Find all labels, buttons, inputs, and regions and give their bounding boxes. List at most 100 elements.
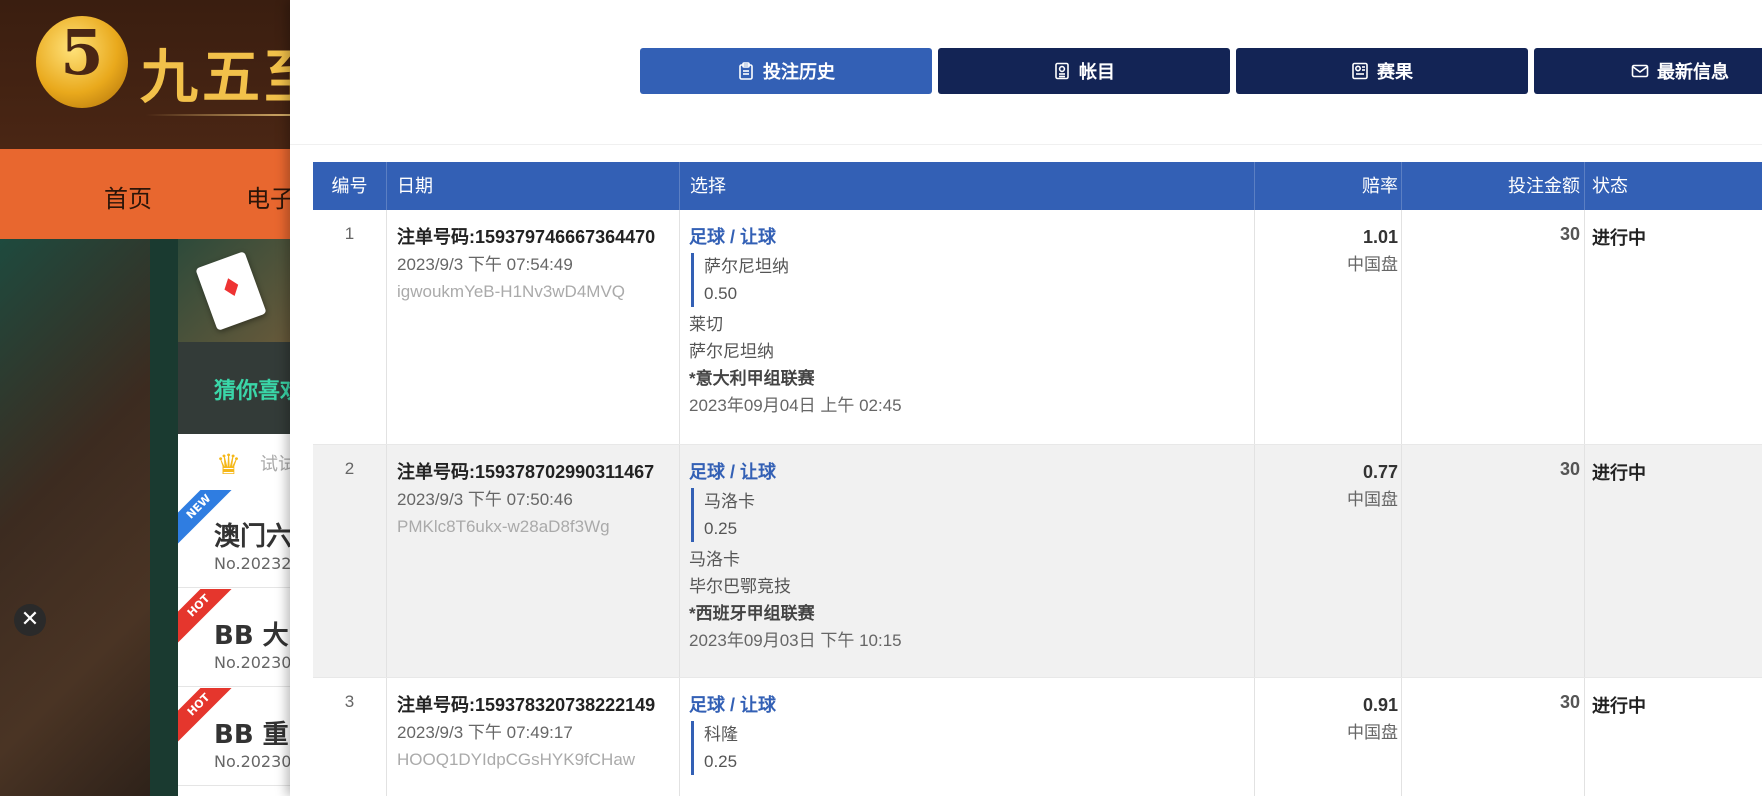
game-number: No.20230 <box>214 752 292 771</box>
table-row: 1 注单号码:159379746667364470 2023/9/3 下午 07… <box>313 210 1762 445</box>
odds-value: 1.01 <box>1362 227 1398 247</box>
logo-ornament <box>146 114 296 116</box>
tab-label: 帐目 <box>1079 62 1115 82</box>
league-name: *意大利甲组联赛 <box>689 369 815 388</box>
header-separator <box>1584 162 1585 210</box>
column-separator <box>386 445 387 677</box>
pick-line: 0.25 <box>704 752 738 771</box>
header-date: 日期 <box>397 176 433 196</box>
odds-type: 中国盘 <box>1347 255 1398 274</box>
away-team: 毕尔巴鄂竞技 <box>689 577 791 596</box>
game-title: 澳门六 <box>214 522 293 552</box>
column-separator <box>679 678 680 796</box>
home-team: 马洛卡 <box>689 550 740 569</box>
status-badge: 进行中 <box>1592 463 1646 483</box>
match-date: 2023年09月03日 下午 10:15 <box>689 631 902 650</box>
game-number: No.20232 <box>214 554 292 573</box>
nav-item-home[interactable]: 首页 <box>104 179 152 214</box>
tab-account[interactable]: 帐目 <box>938 48 1230 94</box>
game-list-item[interactable]: NEW 澳门六 No.20232 <box>178 490 300 588</box>
pick-block: 马洛卡 0.25 <box>691 488 902 542</box>
bet-datetime: 2023/9/3 下午 07:49:17 <box>397 723 573 742</box>
odds-cell: 0.77 中国盘 <box>1266 459 1398 513</box>
column-separator <box>1254 210 1255 444</box>
bet-hash: PMKlc8T6ukx-w28aD8f3Wg <box>397 517 610 536</box>
row-number: 1 <box>344 224 355 243</box>
pick-line: 0.50 <box>704 284 738 303</box>
bet-amount: 30 <box>1559 692 1580 712</box>
league-name: *西班牙甲组联赛 <box>689 604 815 623</box>
game-list-item[interactable]: HOT BB 重 No.20230 <box>178 688 300 786</box>
header-separator <box>679 162 680 210</box>
tab-label: 赛果 <box>1377 62 1413 82</box>
pick-team: 科隆 <box>704 725 738 744</box>
bet-hash: igwoukmYeB-H1Nv3wD4MVQ <box>397 282 626 301</box>
row-number: 3 <box>344 692 355 711</box>
pick-block: 萨尔尼坦纳 0.50 <box>691 253 902 307</box>
pick-team: 萨尔尼坦纳 <box>704 257 789 276</box>
odds-cell: 0.91 中国盘 <box>1266 692 1398 746</box>
sport-market: 足球 / 让球 <box>689 462 777 482</box>
date-cell: 注单号码:159378702990311467 2023/9/3 下午 07:5… <box>397 459 654 540</box>
status-badge: 进行中 <box>1592 696 1646 716</box>
column-separator <box>1401 445 1402 677</box>
tab-label: 投注历史 <box>763 62 835 82</box>
table-row: 3 注单号码:159378320738222149 2023/9/3 下午 07… <box>313 678 1762 796</box>
column-separator <box>1401 678 1402 796</box>
header-separator <box>386 162 387 210</box>
column-separator <box>679 445 680 677</box>
column-separator <box>386 678 387 796</box>
sport-market: 足球 / 让球 <box>689 695 777 715</box>
bet-amount: 30 <box>1559 224 1580 244</box>
pick-team: 马洛卡 <box>704 492 755 511</box>
selection-cell: 足球 / 让球 科隆 0.25 <box>689 692 776 779</box>
site-nav: 首页 电子 <box>0 149 300 239</box>
column-separator <box>1584 445 1585 677</box>
nav-item-electronic[interactable]: 电子 <box>246 179 294 214</box>
header-no: 编号 <box>331 176 368 196</box>
ledger-icon <box>1055 62 1069 80</box>
site-header: 5 九五至 <box>0 0 300 149</box>
header-status: 状态 <box>1592 176 1628 196</box>
sport-market: 足球 / 让球 <box>689 227 777 247</box>
close-icon[interactable]: ✕ <box>14 604 46 636</box>
column-separator <box>386 210 387 444</box>
scoreboard-icon <box>1352 62 1368 80</box>
bet-hash: HOOQ1DYIdpCGsHYK9fCHaw <box>397 750 636 769</box>
header-selection: 选择 <box>690 176 726 196</box>
column-separator <box>679 210 680 444</box>
tab-label: 最新信息 <box>1657 62 1729 82</box>
tab-latest-info[interactable]: 最新信息 <box>1534 48 1762 94</box>
odds-cell: 1.01 中国盘 <box>1266 224 1398 278</box>
bet-datetime: 2023/9/3 下午 07:50:46 <box>397 490 573 509</box>
column-separator <box>1254 678 1255 796</box>
column-separator <box>1254 445 1255 677</box>
status-badge: 进行中 <box>1592 228 1646 248</box>
ticket-number: 注单号码:159378320738222149 <box>397 695 656 715</box>
column-separator <box>1401 210 1402 444</box>
home-team: 莱切 <box>689 315 723 334</box>
date-cell: 注单号码:159379746667364470 2023/9/3 下午 07:5… <box>397 224 655 305</box>
odds-value: 0.91 <box>1362 695 1398 715</box>
table-row: 2 注单号码:159378702990311467 2023/9/3 下午 07… <box>313 445 1762 678</box>
table-header: 编号 日期 选择 赔率 投注金额 状态 <box>313 162 1762 210</box>
date-cell: 注单号码:159378320738222149 2023/9/3 下午 07:4… <box>397 692 655 773</box>
odds-type: 中国盘 <box>1347 490 1398 509</box>
header-separator <box>1401 162 1402 210</box>
site-logo-text: 九五至 <box>140 43 300 111</box>
tab-results[interactable]: 赛果 <box>1236 48 1528 94</box>
site-logo-number: 5 <box>60 16 104 89</box>
column-separator <box>1584 678 1585 796</box>
game-list-item[interactable]: HOT BB 大 No.20230 <box>178 589 300 687</box>
header-odds: 赔率 <box>1362 176 1398 196</box>
tab-bet-history[interactable]: 投注历史 <box>640 48 932 94</box>
pick-block: 科隆 0.25 <box>691 721 776 775</box>
recommend-title: 猜你喜欢 <box>214 379 300 404</box>
clipboard-icon <box>739 62 753 80</box>
game-title: BB 大 <box>214 621 289 651</box>
selection-cell: 足球 / 让球 萨尔尼坦纳 0.50 莱切 萨尔尼坦纳 *意大利甲组联赛 202… <box>689 224 902 419</box>
game-title: BB 重 <box>214 720 289 750</box>
background-site: 5 九五至 首页 电子 ✕ 猜你喜欢 ♛ 试试 NEW 澳门六 No.20232… <box>0 0 300 796</box>
bet-history-panel: 投注历史 帐目 赛果 最新信息 编号 日期 选择 赔率 投注金额 状态 1 注单… <box>290 0 1762 796</box>
away-team: 萨尔尼坦纳 <box>689 342 774 361</box>
